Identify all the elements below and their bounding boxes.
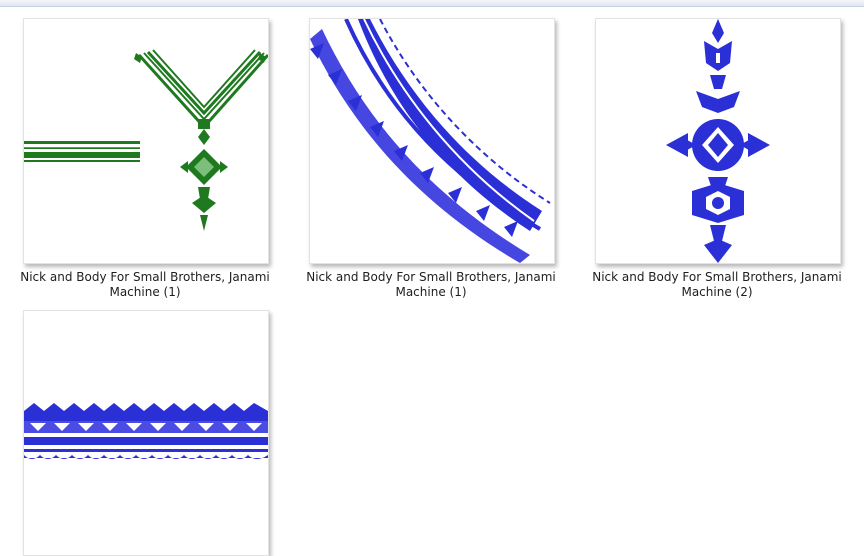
file-thumbnail[interactable] xyxy=(309,18,555,264)
file-name-label[interactable]: Nick and Body For Small Brothers, Janami… xyxy=(1,270,289,300)
file-name-line-2: Machine (1) xyxy=(395,285,467,299)
blue-straight-border-embroidery-icon xyxy=(24,403,268,459)
file-thumbnail[interactable] xyxy=(23,18,269,264)
file-name-line-1: Nick and Body For Small Brothers, Janami xyxy=(592,270,842,284)
file-name-line-2: Machine (1) xyxy=(109,285,181,299)
file-thumbnail[interactable] xyxy=(23,310,269,556)
file-thumbnail[interactable] xyxy=(595,18,841,264)
file-view-large-icons[interactable]: Nick and Body For Small Brothers, Janami… xyxy=(0,7,864,556)
file-name-label[interactable]: Nick and Body For Small Brothers, Janami… xyxy=(287,270,575,300)
file-name-label[interactable]: Nick and Body For Small Brothers, Janami… xyxy=(573,270,861,300)
blue-motif-embroidery-icon xyxy=(666,19,770,263)
green-neckline-embroidery-icon xyxy=(24,49,268,231)
file-name-line-2: Machine (2) xyxy=(681,285,753,299)
window-top-edge xyxy=(0,0,864,7)
file-name-line-1: Nick and Body For Small Brothers, Janami xyxy=(306,270,556,284)
blue-curved-border-embroidery-icon xyxy=(310,19,551,263)
file-name-line-1: Nick and Body For Small Brothers, Janami xyxy=(20,270,270,284)
